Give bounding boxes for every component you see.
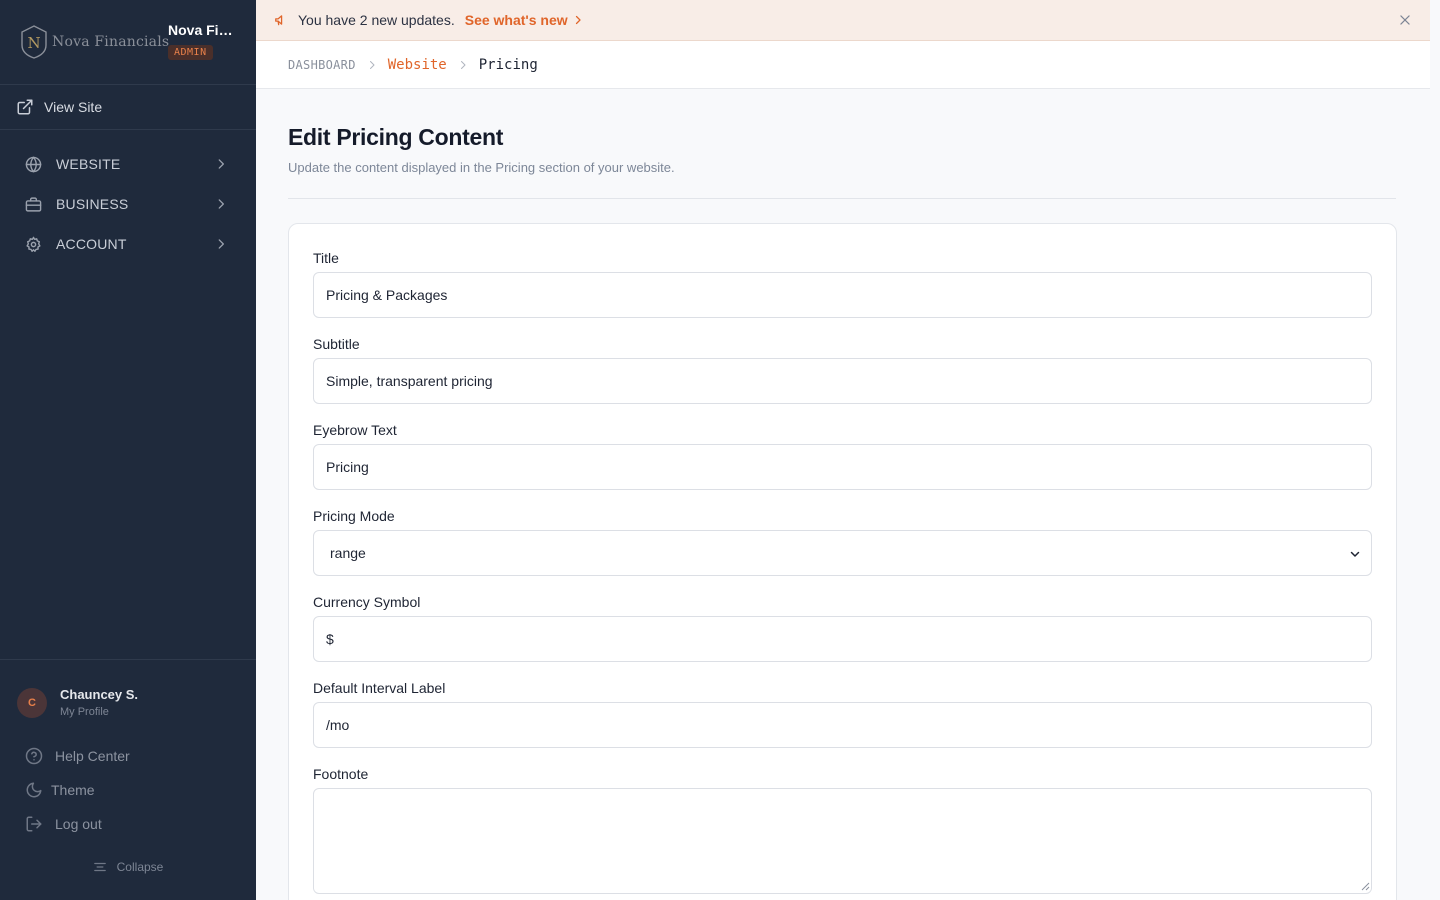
title-input[interactable] [313, 272, 1372, 318]
briefcase-icon [25, 196, 42, 212]
eyebrow-label: Eyebrow Text [313, 422, 397, 438]
sidebar: N Nova Financials Nova Financials ADMIN … [0, 0, 256, 900]
sidebar-item-label: ACCOUNT [56, 236, 127, 252]
chevron-right-icon [369, 60, 375, 69]
theme-label: Theme [51, 782, 95, 798]
breadcrumb-current: Pricing [478, 56, 538, 73]
sidebar-item-label: WEBSITE [56, 156, 121, 172]
chevron-right-icon [218, 159, 224, 169]
interval-input[interactable] [313, 702, 1372, 748]
collapse-icon [93, 862, 106, 872]
subtitle-label: Subtitle [313, 336, 360, 352]
profile-link: My Profile [60, 706, 109, 718]
close-icon[interactable] [1398, 13, 1412, 27]
svg-text:N: N [27, 34, 40, 52]
profile-card[interactable]: C Chauncey S. My Profile [0, 659, 256, 744]
update-banner: You have 2 new updates. See what's new [256, 0, 1430, 41]
chevron-right-icon [460, 60, 466, 69]
sidebar-item-label: BUSINESS [56, 196, 129, 212]
logout-link[interactable]: Log out [25, 815, 102, 833]
view-site-label: View Site [44, 99, 103, 115]
gear-icon [26, 236, 41, 252]
globe-icon [25, 155, 42, 173]
brand-name: Nova Financials [168, 22, 240, 38]
help-circle-icon [25, 747, 43, 765]
chevron-right-icon [575, 15, 581, 25]
sidebar-item-business[interactable]: BUSINESS [0, 184, 256, 224]
resize-handle-icon[interactable] [1360, 881, 1370, 891]
eyebrow-input[interactable] [313, 444, 1372, 490]
chevron-down-icon [1350, 551, 1360, 557]
collapse-button[interactable]: Collapse [0, 860, 256, 874]
pricing-mode-value: range [330, 545, 366, 561]
subtitle-input[interactable] [313, 358, 1372, 404]
currency-label: Currency Symbol [313, 594, 421, 610]
banner-message: You have 2 new updates. [298, 12, 455, 28]
title-label: Title [313, 250, 339, 266]
interval-label: Default Interval Label [313, 680, 446, 696]
breadcrumb-website[interactable]: Website [388, 57, 447, 73]
see-whats-new-label: See what's new [464, 12, 568, 28]
moon-icon [26, 782, 42, 798]
megaphone-icon [275, 15, 283, 26]
profile-name: Chauncey S. [60, 687, 139, 702]
logo[interactable]: N Nova Financials [20, 25, 169, 59]
logo-shield-icon: N [21, 25, 47, 59]
scrollbar-gutter [1430, 0, 1440, 900]
collapse-label: Collapse [116, 860, 164, 874]
role-badge: ADMIN [168, 45, 213, 60]
external-link-icon [17, 99, 33, 115]
help-center-label: Help Center [55, 748, 130, 764]
sidebar-nav: WEBSITE BUSINESS ACCOUNT [0, 144, 256, 264]
avatar: C [17, 688, 47, 718]
footnote-label: Footnote [313, 766, 369, 782]
chevron-right-icon [218, 199, 224, 209]
divider [288, 198, 1396, 199]
breadcrumb: DASHBOARD Website Pricing [256, 41, 1430, 89]
page-title: Edit Pricing Content [288, 124, 504, 150]
brand-header: N Nova Financials Nova Financials ADMIN [0, 0, 256, 85]
sidebar-item-website[interactable]: WEBSITE [0, 144, 256, 184]
chevron-right-icon [218, 239, 224, 249]
footnote-textarea[interactable] [313, 788, 1372, 894]
help-center-link[interactable]: Help Center [25, 747, 130, 765]
pricing-mode-select[interactable]: range [313, 530, 1372, 576]
breadcrumb-dashboard[interactable]: DASHBOARD [288, 58, 356, 72]
see-whats-new-link[interactable]: See what's new [465, 12, 584, 28]
page-subtitle: Update the content displayed in the Pric… [288, 160, 675, 175]
logout-label: Log out [55, 816, 102, 832]
logo-text: Nova Financials [52, 34, 170, 50]
sidebar-item-account[interactable]: ACCOUNT [0, 224, 256, 264]
view-site-link[interactable]: View Site [0, 85, 256, 130]
theme-toggle[interactable]: Theme [25, 781, 95, 799]
currency-input[interactable] [313, 616, 1372, 662]
logout-icon [26, 816, 42, 832]
pricing-mode-label: Pricing Mode [313, 508, 395, 524]
